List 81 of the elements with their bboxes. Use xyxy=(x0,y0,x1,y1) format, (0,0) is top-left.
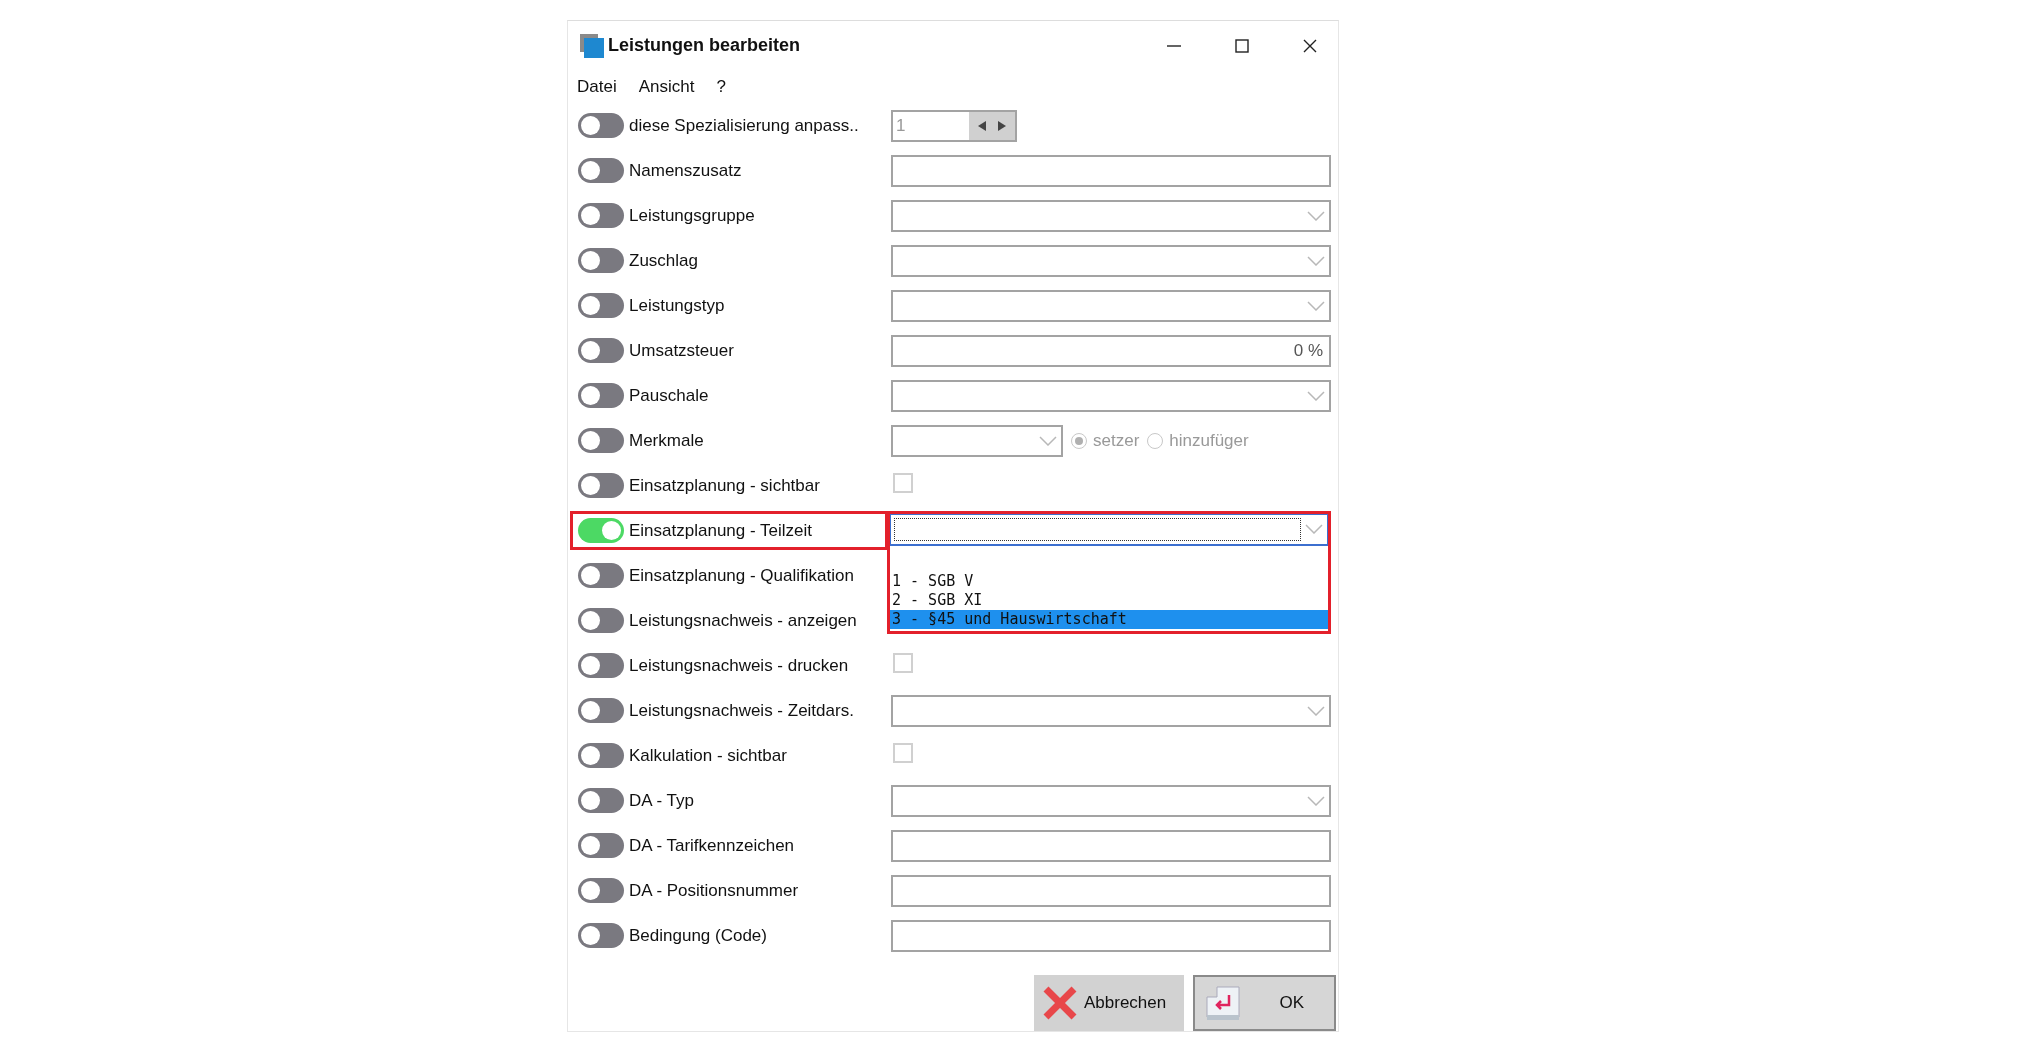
chevron-icon xyxy=(1307,795,1325,806)
dropdown-field[interactable] xyxy=(891,784,1331,817)
dropdown-field[interactable] xyxy=(891,379,1331,412)
toggle-switch[interactable] xyxy=(578,203,624,228)
input-field[interactable] xyxy=(891,829,1331,862)
dropdown-field[interactable] xyxy=(891,289,1331,322)
menu-item[interactable]: Datei xyxy=(577,76,617,97)
toggle-switch[interactable] xyxy=(578,293,624,318)
field-label: Leistungsnachweis - anzeigen xyxy=(629,610,857,631)
field-label: Einsatzplanung - Qualifikation xyxy=(629,565,854,586)
maximize-icon[interactable] xyxy=(1234,37,1250,54)
field-label: Kalkulation - sichtbar xyxy=(629,745,787,766)
field-label: DA - Typ xyxy=(629,790,694,811)
toggle-switch[interactable] xyxy=(578,608,624,633)
input-field[interactable] xyxy=(891,154,1331,187)
toggle-switch[interactable] xyxy=(578,248,624,273)
toggle-switch[interactable] xyxy=(578,788,624,813)
toggle-switch[interactable] xyxy=(578,113,624,138)
dropdown-field[interactable] xyxy=(891,199,1331,232)
checkbox[interactable] xyxy=(893,652,913,673)
toggle-switch[interactable] xyxy=(578,923,624,948)
toggle-switch[interactable] xyxy=(578,833,624,858)
chevron-icon xyxy=(1307,300,1325,311)
field-label: Namenszusatz xyxy=(629,160,742,181)
chevron-icon xyxy=(1039,435,1057,446)
ok-button[interactable]: OK xyxy=(1193,975,1336,1031)
spinner-value: 1 xyxy=(895,114,907,137)
field-label: Pauschale xyxy=(629,385,709,406)
dropdown-field[interactable] xyxy=(891,694,1331,727)
field-label: Einsatzplanung - Teilzeit xyxy=(629,520,812,541)
menu-item[interactable]: ? xyxy=(716,76,726,97)
chevron-icon xyxy=(1307,390,1325,401)
cross-icon xyxy=(1042,985,1078,1021)
field-label: Einsatzplanung - sichtbar xyxy=(629,475,820,496)
toggle-switch[interactable] xyxy=(578,518,624,543)
input-field[interactable] xyxy=(891,919,1331,952)
cancel-button[interactable]: Abbrechen xyxy=(1034,975,1184,1031)
radio-label: setzer xyxy=(1093,430,1140,451)
left-arrow-icon[interactable] xyxy=(977,119,987,132)
toggle-switch[interactable] xyxy=(578,653,624,678)
dropdown-field[interactable] xyxy=(891,244,1331,277)
toggle-switch[interactable] xyxy=(578,878,624,903)
field-label: Leistungsnachweis - Zeitdars. xyxy=(629,700,854,721)
chevron-icon xyxy=(1305,524,1323,534)
dropdown-field[interactable] xyxy=(890,514,1328,546)
checkbox[interactable] xyxy=(893,742,913,763)
toggle-switch[interactable] xyxy=(578,743,624,768)
toggle-switch[interactable] xyxy=(578,698,624,723)
field-label: diese Spezialisierung anpass.. xyxy=(629,115,859,136)
input-field[interactable]: 0 % xyxy=(891,334,1331,367)
enter-key-icon xyxy=(1203,985,1243,1021)
dropdown-option[interactable]: 3 - §45 und Hauswirtschaft xyxy=(890,610,1328,629)
toggle-switch[interactable] xyxy=(578,158,624,183)
field-label: Bedingung (Code) xyxy=(629,925,767,946)
toggle-switch[interactable] xyxy=(578,428,624,453)
chevron-icon xyxy=(1307,210,1325,221)
toggle-switch[interactable] xyxy=(578,473,624,498)
right-arrow-icon[interactable] xyxy=(997,119,1007,132)
field-label: Zuschlag xyxy=(629,250,698,271)
chevron-icon xyxy=(1307,255,1325,266)
menu-item[interactable]: Ansicht xyxy=(638,76,695,97)
dropdown-option[interactable]: 1 - SGB V xyxy=(890,572,1328,591)
close-icon[interactable] xyxy=(1302,37,1318,54)
app-icon xyxy=(580,33,604,58)
field-label: DA - Tarifkennzeichen xyxy=(629,835,795,856)
radio-label: hinzufüger xyxy=(1169,430,1249,451)
dropdown-field[interactable] xyxy=(891,424,1063,457)
checkbox[interactable] xyxy=(893,472,913,493)
toggle-switch[interactable] xyxy=(578,563,624,588)
input-field[interactable] xyxy=(891,874,1331,907)
field-label: Umsatzsteuer xyxy=(629,340,734,361)
chevron-icon xyxy=(1307,705,1325,716)
field-label: Leistungstyp xyxy=(629,295,725,316)
field-label: Leistungsgruppe xyxy=(629,205,755,226)
field-label: DA - Positionsnummer xyxy=(629,880,799,901)
toggle-switch[interactable] xyxy=(578,338,624,363)
toggle-switch[interactable] xyxy=(578,383,624,408)
field-label: Leistungsnachweis - drucken xyxy=(629,655,849,676)
window-title: Leistungen bearbeiten xyxy=(608,35,801,57)
dropdown-option[interactable]: 2 - SGB XI xyxy=(890,591,1328,610)
field-label: Merkmale xyxy=(629,430,704,451)
